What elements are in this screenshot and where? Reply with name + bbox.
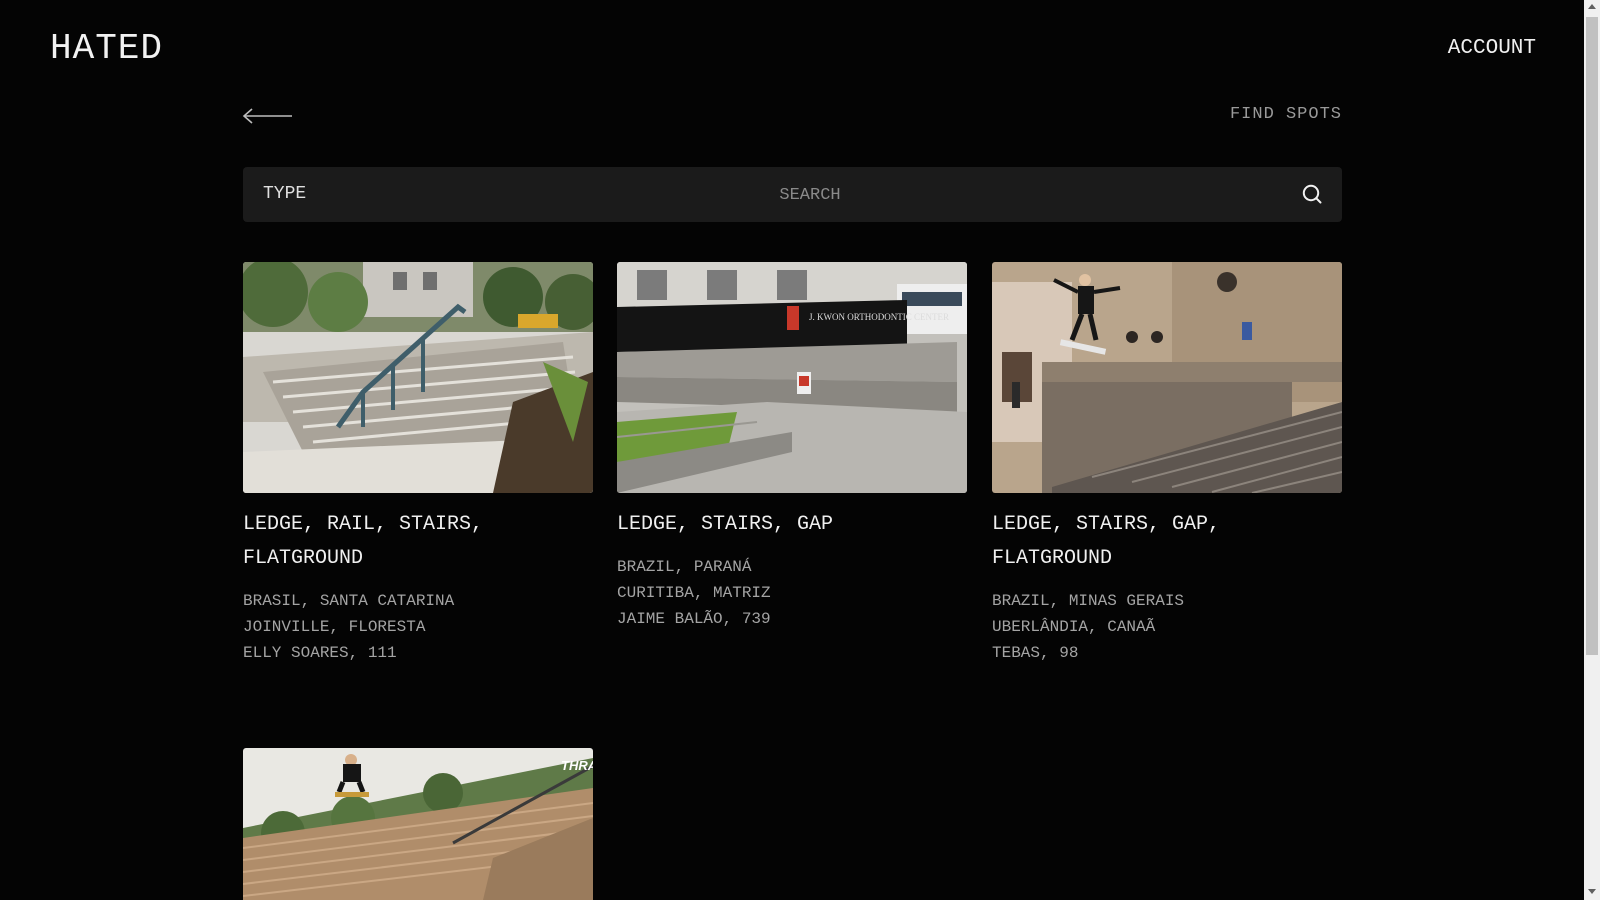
spot-photo[interactable] <box>243 262 593 493</box>
address-line: TEBAS, 98 <box>992 644 1079 662</box>
arrow-left-icon <box>242 108 292 124</box>
search-button[interactable] <box>1300 182 1324 206</box>
type-filter[interactable]: TYPE <box>263 184 306 204</box>
spot-address: BRAZIL, MINAS GERAIS UBERLÂNDIA, CANAÃ T… <box>992 588 1342 666</box>
scroll-up-arrow-icon[interactable] <box>1588 4 1596 9</box>
spot-types: LEDGE, STAIRS, GAP, FLATGROUND <box>992 513 1221 570</box>
scrollbar[interactable] <box>1584 0 1600 900</box>
address-line: UBERLÂNDIA, CANAÃ <box>992 618 1156 636</box>
spot-photo[interactable] <box>992 262 1342 493</box>
spot-address: BRAZIL, PARANÁ CURITIBA, MATRIZ JAIME BA… <box>617 554 967 632</box>
sign-text: J. KWON ORTHODONTIC CENTER <box>809 312 949 322</box>
spot-photo[interactable]: THRAS <box>243 748 593 900</box>
account-link[interactable]: ACCOUNT <box>1448 37 1536 60</box>
search-icon <box>1302 184 1322 204</box>
spot-address: BRASIL, SANTA CATARINA JOINVILLE, FLORES… <box>243 588 593 666</box>
address-line: ELLY SOARES, 111 <box>243 644 397 662</box>
spot-card[interactable]: LEDGE, STAIRS, GAP, FLATGROUND BRAZIL, M… <box>992 262 1342 666</box>
address-line: BRASIL, SANTA CATARINA <box>243 592 455 610</box>
search-input[interactable] <box>588 176 1032 214</box>
scrollbar-thumb[interactable] <box>1586 17 1598 655</box>
address-line: JAIME BALÃO, 739 <box>617 610 771 628</box>
photo-logo-text: THRAS <box>561 758 593 773</box>
address-line: BRAZIL, MINAS GERAIS <box>992 592 1185 610</box>
spot-card[interactable]: LEDGE, RAIL, STAIRS, FLATGROUND BRASIL, … <box>243 262 593 666</box>
spot-card[interactable]: THRAS <box>243 748 593 900</box>
spot-photo[interactable]: J. KWON ORTHODONTIC CENTER <box>617 262 967 493</box>
find-spots-label[interactable]: FIND SPOTS <box>1230 105 1342 124</box>
address-line: CURITIBA, MATRIZ <box>617 584 771 602</box>
site-logo[interactable]: HATED <box>50 28 163 69</box>
address-line: BRAZIL, PARANÁ <box>617 558 752 576</box>
search-bar: TYPE <box>243 167 1342 222</box>
address-line: JOINVILLE, FLORESTA <box>243 618 426 636</box>
back-button[interactable] <box>242 103 294 129</box>
scroll-down-arrow-icon[interactable] <box>1588 889 1596 894</box>
spot-card[interactable]: J. KWON ORTHODONTIC CENTER LEDGE, STAIRS… <box>617 262 967 632</box>
spot-types: LEDGE, RAIL, STAIRS, FLATGROUND <box>243 513 484 570</box>
spot-types: LEDGE, STAIRS, GAP <box>617 513 834 536</box>
